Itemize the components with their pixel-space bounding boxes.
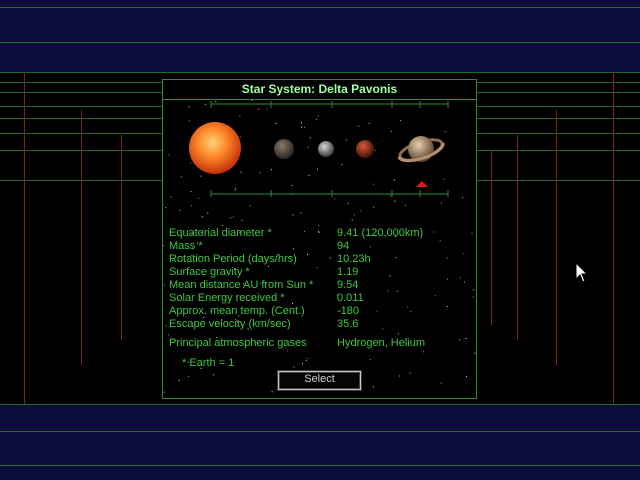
stat-label: Mean distance AU from Sun * [169,279,314,291]
footnote: * Earth = 1 [182,357,235,369]
system-view [189,101,449,197]
top-ruler [210,101,449,108]
grid-line [121,135,122,340]
select-button[interactable]: Select [277,370,362,391]
stat-value: 9.41 (120,000km) [337,227,424,239]
ringed-planet-icon[interactable] [397,136,445,165]
star-system-dialog: Star System: Delta Pavonis Principal atm… [162,79,477,399]
grid-line [0,465,640,466]
stat-label: Approx. mean temp. (Cent.) [169,305,305,317]
grid-line [0,42,640,43]
grid-line [491,150,492,325]
grid-line [613,72,614,404]
grid-line [0,7,640,8]
stat-label: Mass * [169,240,203,252]
stat-value: 0.011 [337,292,364,304]
stat-label: Solar Energy received * [169,292,285,304]
stat-label: Surface gravity * [169,266,250,278]
atmosphere-value: Hydrogen, Helium [337,337,426,349]
grid-line [0,72,640,73]
star-icon[interactable] [189,122,241,174]
top-band [0,0,640,72]
stat-value: -180 [337,305,360,317]
grid-line [517,135,518,340]
stat-value: 94 [337,240,350,252]
selection-marker-icon [416,181,428,187]
planet-2-icon[interactable] [318,141,334,157]
atmosphere-label: Principal atmospheric gases [169,337,307,349]
mouse-cursor-icon [575,262,589,283]
stat-value: 35.6 [337,318,359,330]
stat-label: Equatorial diameter * [169,227,272,239]
stat-value: 10.23h [337,253,371,265]
grid-line [0,404,640,405]
dialog-title: Star System: Delta Pavonis [163,80,476,100]
grid-line [0,431,640,432]
bottom-band [0,404,640,480]
stat-label: Rotation Period (days/hrs) [169,253,297,265]
planet-1-icon[interactable] [274,139,294,159]
grid-line [24,72,25,404]
stat-value: 1.19 [337,266,359,278]
stat-label: Escape velocity (km/sec) [169,318,291,330]
stat-value: 9.54 [337,279,359,291]
bottom-ruler [210,190,449,197]
planet-3-icon[interactable] [356,140,374,158]
grid-line [556,110,557,365]
grid-line [81,110,82,365]
